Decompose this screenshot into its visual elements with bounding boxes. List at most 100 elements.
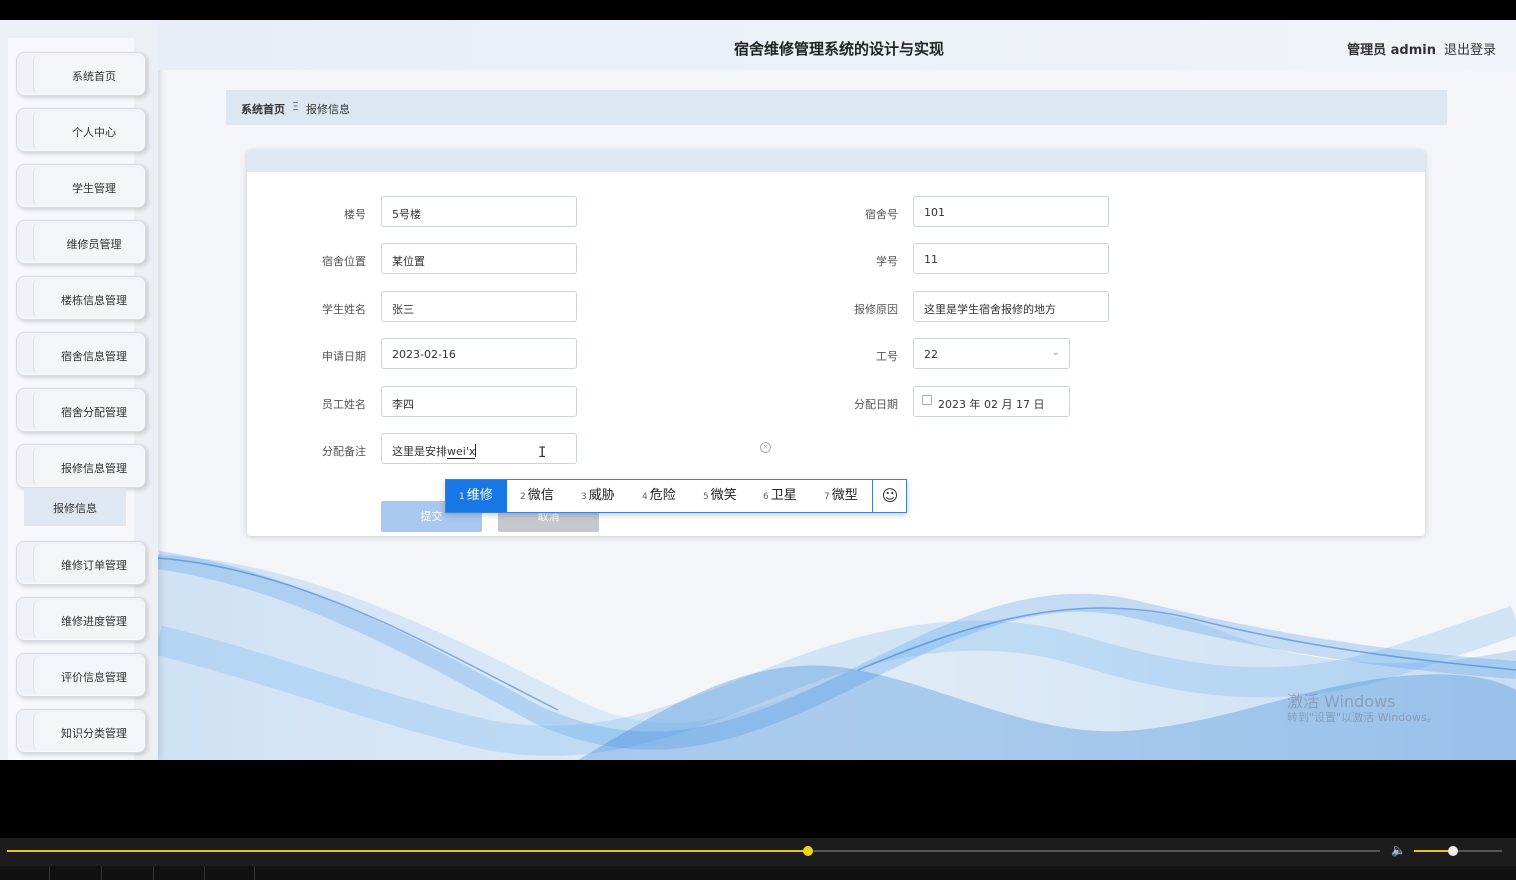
work-no-label: 工号 [876, 350, 898, 363]
ime-candidate-number: 3 [581, 492, 587, 502]
app-title-wrap: 宿舍维修管理系统的设计与实现 [158, 38, 1516, 59]
ime-candidate-4[interactable]: 4 危险 [642, 480, 676, 512]
volume-icon[interactable]: 🔈 [1391, 843, 1406, 857]
emoji-icon[interactable]: ☺ [872, 480, 907, 512]
assign-note-composing: wei'x [447, 445, 476, 459]
taskbar-segment [50, 866, 102, 880]
taskbar-segment [0, 866, 50, 880]
ime-candidate-text: 维修 [466, 488, 493, 503]
app-title: 宿舍维修管理系统的设计与实现 [733, 40, 944, 58]
top-header: 宿舍维修管理系统的设计与实现 管理员 admin 退出登录 [158, 20, 1516, 70]
card-header-strip [247, 150, 1425, 172]
volume-handle[interactable] [1448, 846, 1458, 856]
sidebar-item-home[interactable]: 系统首页 [16, 52, 146, 96]
building-label: 楼号 [344, 208, 366, 221]
sidebar-item-buildings[interactable]: 楼栋信息管理 [16, 276, 146, 320]
ime-candidate-text: 危险 [649, 488, 676, 503]
seek-progress [7, 850, 808, 852]
ime-candidate-text: 微笑 [710, 488, 737, 503]
staff-name-input[interactable]: 李四 [381, 386, 577, 417]
sidebar-item-knowledge-categories[interactable]: 知识分类管理 [16, 709, 146, 753]
sidebar-subitem-repair-info[interactable]: 报修信息 [24, 488, 126, 526]
text-cursor-icon: I [538, 445, 547, 461]
breadcrumb-current: 报修信息 [306, 103, 350, 116]
ime-candidate-number: 5 [703, 492, 709, 502]
video-frame: 系统首页 个人中心 学生管理 维修员管理 楼栋信息管理 宿舍信息管理 宿舍分配管… [0, 0, 1516, 880]
ime-candidate-5[interactable]: 5 微笑 [703, 480, 737, 512]
taskbar-segment [154, 866, 205, 880]
user-label: 管理员 admin [1347, 43, 1436, 58]
student-no-input[interactable]: 11 [913, 243, 1109, 274]
ime-candidate-bar: 1 维修 2 微信 3 威胁 4 危险 5 微笑 6 卫星 7 微型 ☺ [445, 479, 907, 513]
sidebar-item-label: 系统首页 [72, 71, 116, 83]
sidebar-item-reviews[interactable]: 评价信息管理 [16, 653, 146, 697]
ime-candidate-text: 威胁 [588, 488, 615, 503]
ime-candidate-number: 2 [520, 492, 526, 502]
taskbar-segment [205, 866, 255, 880]
ime-candidate-2[interactable]: 2 微信 [520, 480, 554, 512]
ime-candidate-number: 7 [824, 492, 830, 502]
logout-link[interactable]: 退出登录 [1444, 39, 1496, 58]
sidebar-item-label: 楼栋信息管理 [61, 295, 127, 307]
building-input[interactable]: 5号楼 [381, 196, 577, 227]
chevron-down-icon: ⌄ [1051, 347, 1060, 358]
sidebar-item-label: 学生管理 [72, 183, 116, 195]
ime-candidate-7[interactable]: 7 微型 [824, 480, 858, 512]
ime-candidate-text: 卫星 [770, 488, 797, 503]
dorm-no-input[interactable]: 101 [913, 196, 1109, 227]
assign-note-input[interactable]: 这里是安排wei'x [381, 433, 577, 464]
seek-handle[interactable] [803, 846, 813, 856]
work-no-select[interactable]: 22 ⌄ [913, 338, 1070, 369]
sidebar-item-personal-center[interactable]: 个人中心 [16, 108, 146, 152]
student-name-input[interactable]: 张三 [381, 291, 577, 322]
breadcrumb-separator-icon: Ξ [292, 100, 299, 113]
repair-reason-label: 报修原因 [854, 303, 898, 316]
sidebar-item-repair-info[interactable]: 报修信息管理 [16, 444, 146, 488]
breadcrumb: 系统首页 Ξ 报修信息 [226, 90, 1447, 125]
sidebar-item-dorms[interactable]: 宿舍信息管理 [16, 332, 146, 376]
apply-date-input[interactable]: 2023-02-16 [381, 338, 577, 369]
sidebar-item-label: 维修员管理 [66, 239, 122, 251]
sidebar-item-label: 维修进度管理 [61, 616, 127, 628]
sidebar-item-label: 知识分类管理 [61, 728, 127, 740]
assign-date-label: 分配日期 [854, 398, 898, 411]
sidebar-item-label: 评价信息管理 [61, 672, 127, 684]
student-name-label: 学生姓名 [322, 303, 366, 316]
staff-name-label: 员工姓名 [322, 398, 366, 411]
clear-icon[interactable]: × [760, 442, 771, 453]
sidebar-item-repairers[interactable]: 维修员管理 [16, 220, 146, 264]
ime-candidate-text: 微信 [527, 488, 554, 503]
sidebar-item-students[interactable]: 学生管理 [16, 164, 146, 208]
sidebar-subitem-label: 报修信息 [53, 502, 97, 515]
app-window: 系统首页 个人中心 学生管理 维修员管理 楼栋信息管理 宿舍信息管理 宿舍分配管… [0, 20, 1516, 760]
sidebar-item-label: 宿舍分配管理 [61, 407, 127, 419]
ime-candidate-number: 4 [642, 492, 648, 502]
sidebar-item-repair-orders[interactable]: 维修订单管理 [16, 541, 146, 585]
ime-candidate-1[interactable]: 1 维修 [446, 480, 507, 512]
repair-reason-input[interactable]: 这里是学生宿舍报修的地方 [913, 291, 1109, 322]
taskbar-segment [102, 866, 154, 880]
apply-date-label: 申请日期 [322, 350, 366, 363]
sidebar-item-label: 个人中心 [72, 127, 116, 139]
ime-candidate-number: 1 [459, 492, 465, 502]
ime-candidate-text: 微型 [831, 488, 858, 503]
ime-candidate-6[interactable]: 6 卫星 [763, 480, 797, 512]
student-no-label: 学号 [876, 255, 898, 268]
sidebar-item-repair-progress[interactable]: 维修进度管理 [16, 597, 146, 641]
assign-note-label: 分配备注 [322, 445, 366, 458]
windows-activation-hint: 转到"设置"以激活 Windows。 [1287, 711, 1438, 724]
sidebar-item-dorm-assignment[interactable]: 宿舍分配管理 [16, 388, 146, 432]
dorm-location-label: 宿舍位置 [322, 255, 366, 268]
assign-date-picker[interactable]: 2023 年 02 月 17 日 [913, 386, 1070, 417]
breadcrumb-home[interactable]: 系统首页 [241, 101, 285, 117]
assign-note-value: 这里是安排 [392, 445, 447, 458]
dorm-location-input[interactable]: 某位置 [381, 243, 577, 274]
sidebar-item-label: 维修订单管理 [61, 560, 127, 572]
text-caret [475, 444, 477, 457]
ime-candidate-3[interactable]: 3 威胁 [581, 480, 615, 512]
ime-candidate-number: 6 [763, 492, 769, 502]
calendar-icon [922, 395, 932, 405]
sidebar-item-label: 报修信息管理 [61, 463, 127, 475]
work-no-value: 22 [924, 348, 938, 361]
dorm-no-label: 宿舍号 [865, 208, 898, 221]
